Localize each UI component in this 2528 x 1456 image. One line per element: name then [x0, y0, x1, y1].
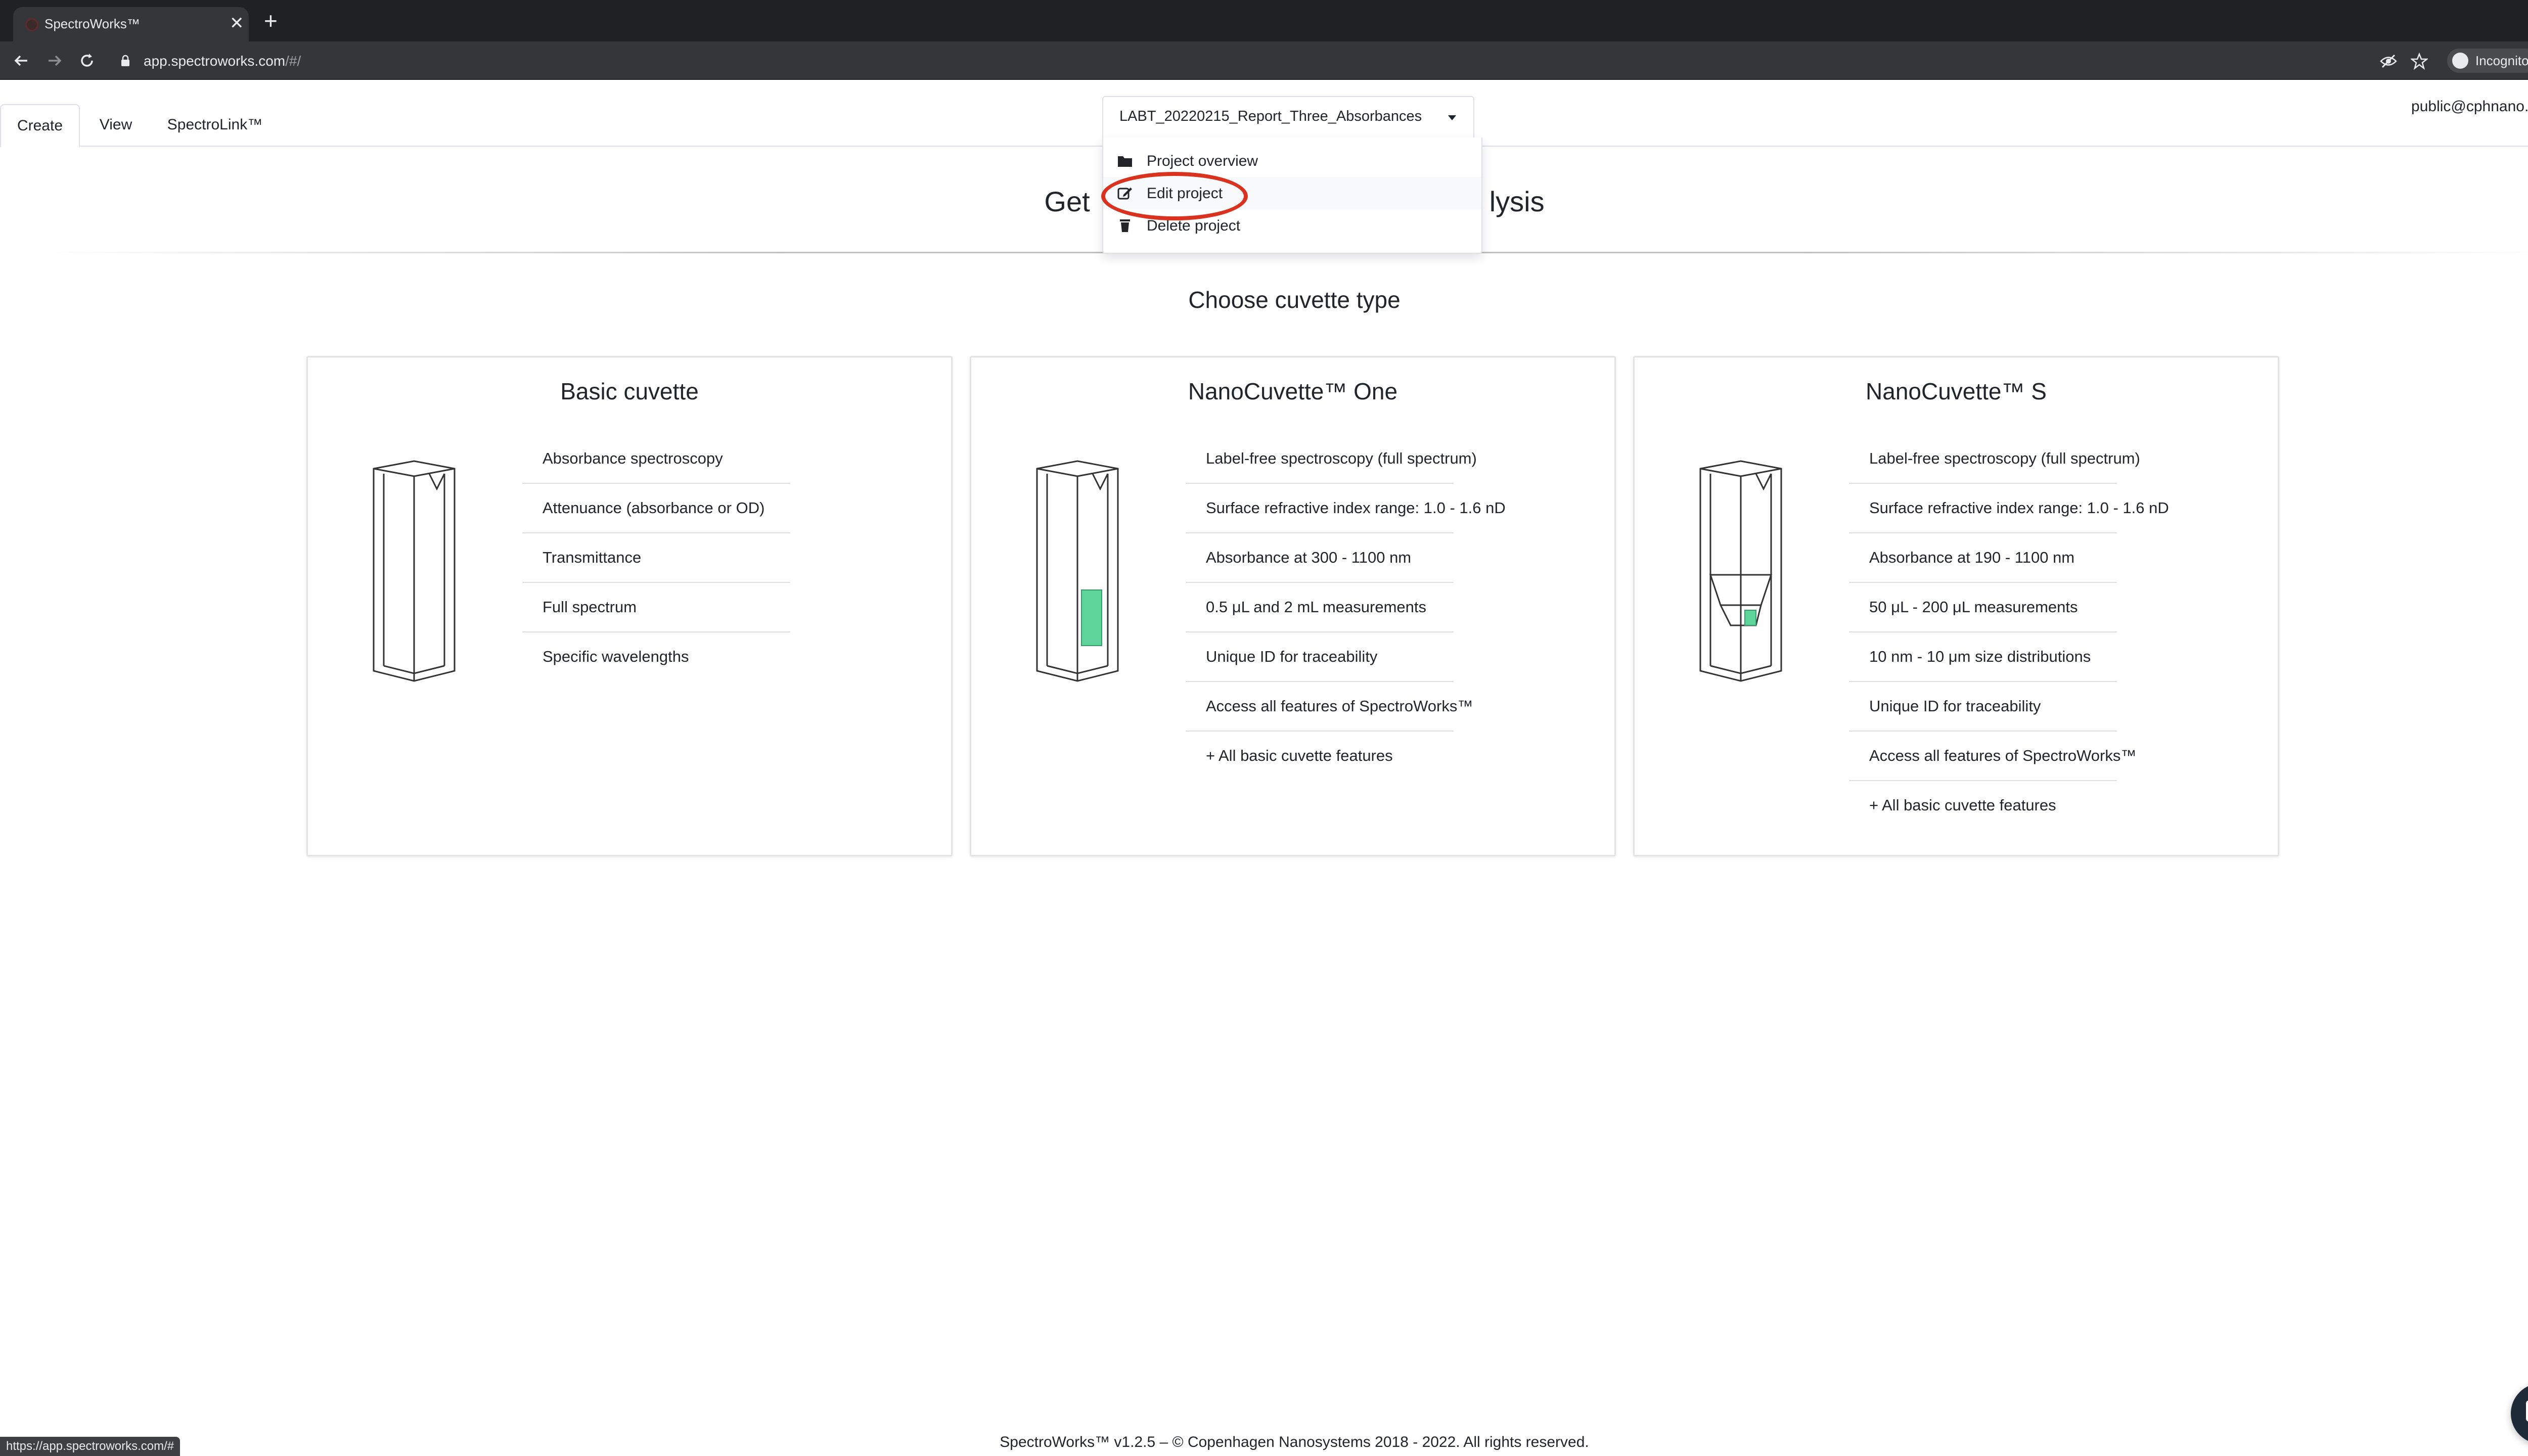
- tab-create[interactable]: Create: [0, 104, 80, 148]
- list-item: Access all features of SpectroWorks™: [1186, 682, 1473, 732]
- trash-icon: [1120, 219, 1130, 232]
- card-nanocuvette-s[interactable]: NanoCuvette™ S Label-free spectroscopy (…: [1633, 356, 2279, 856]
- list-item: Surface refractive index range: 1.0 - 1.…: [1849, 484, 2169, 533]
- nanocuvette-s-illustration: [1699, 460, 1782, 682]
- chat-bubble-icon: [2526, 1400, 2528, 1422]
- card-title: NanoCuvette™ S: [1866, 378, 2047, 404]
- list-item: Absorbance at 300 - 1100 nm: [1186, 533, 1454, 583]
- reload-icon[interactable]: [77, 51, 97, 71]
- list-item: Surface refractive index range: 1.0 - 1.…: [1186, 484, 1506, 533]
- list-item: Attenuance (absorbance or OD): [522, 484, 790, 533]
- list-item: Transmittance: [522, 533, 790, 583]
- browser-toolbar: app.spectroworks.com/#/ Incognito: [0, 41, 2528, 80]
- url-text: app.spectroworks.com/#/: [144, 53, 301, 69]
- tab-close-icon[interactable]: ✕: [230, 13, 244, 33]
- tab-title: SpectroWorks™: [44, 16, 140, 31]
- browser-tab[interactable]: SpectroWorks™ ✕: [13, 7, 249, 41]
- bookmark-star-icon[interactable]: [2411, 53, 2428, 70]
- footer-text: SpectroWorks™ v1.2.5 – © Copenhagen Nano…: [1000, 1434, 1589, 1450]
- list-item: 0.5 μL and 2 mL measurements: [1186, 583, 1454, 632]
- project-name: LABT_20220215_Report_Three_Absorbances: [1119, 108, 1422, 124]
- headline-left: Get: [1044, 186, 1090, 217]
- tab-spectrolink[interactable]: SpectroLink™: [152, 104, 278, 147]
- incognito-indicator[interactable]: Incognito: [2447, 49, 2528, 73]
- forward-arrow-icon[interactable]: [44, 51, 65, 71]
- tab-view[interactable]: View: [86, 104, 146, 147]
- favicon-icon: [25, 18, 38, 31]
- list-item: Label-free spectroscopy (full spectrum): [1849, 434, 2140, 484]
- user-menu[interactable]: public@cphnano.com: [2411, 98, 2528, 115]
- list-item: Unique ID for traceability: [1186, 632, 1454, 682]
- list-item: 10 nm - 10 μm size distributions: [1849, 632, 2117, 682]
- card-title: NanoCuvette™ One: [1188, 378, 1398, 404]
- basic-cuvette-illustration: [373, 460, 456, 682]
- user-email: public@cphnano.com: [2411, 98, 2528, 115]
- list-item: Access all features of SpectroWorks™: [1849, 732, 2136, 781]
- list-item: Full spectrum: [522, 583, 790, 632]
- list-item: Unique ID for traceability: [1849, 682, 2117, 732]
- section-title: Choose cuvette type: [1188, 287, 1401, 313]
- lock-icon: [121, 55, 129, 66]
- feature-list: Label-free spectroscopy (full spectrum) …: [1186, 434, 1506, 781]
- folder-icon: [1118, 156, 1132, 167]
- status-bar-url: https://app.spectroworks.com/#: [0, 1437, 180, 1456]
- browser-tabstrip: SpectroWorks™ ✕ +: [0, 0, 2528, 41]
- card-title: Basic cuvette: [560, 378, 699, 404]
- feature-list: Absorbance spectroscopy Attenuance (abso…: [522, 434, 790, 682]
- incognito-label: Incognito: [2475, 53, 2528, 68]
- card-nanocuvette-one[interactable]: NanoCuvette™ One Label-free spectroscopy…: [970, 356, 1616, 856]
- list-item: Specific wavelengths: [543, 648, 689, 665]
- eye-off-icon[interactable]: [2379, 54, 2398, 69]
- feature-list: Label-free spectroscopy (full spectrum) …: [1849, 434, 2169, 831]
- address-bar[interactable]: app.spectroworks.com/#/: [113, 49, 2428, 74]
- list-item: 50 μL - 200 μL measurements: [1849, 583, 2117, 632]
- annotation-highlight-ring: [1101, 172, 1248, 220]
- project-dropdown-toggle[interactable]: LABT_20220215_Report_Three_Absorbances: [1102, 96, 1474, 138]
- list-item: + All basic cuvette features: [1206, 747, 1393, 764]
- card-basic-cuvette[interactable]: Basic cuvette Absorbance spectroscopy At…: [306, 356, 953, 856]
- list-item: + All basic cuvette features: [1869, 796, 2056, 814]
- caret-down-icon: [1448, 115, 1456, 120]
- list-item: Absorbance at 190 - 1100 nm: [1849, 533, 2117, 583]
- back-arrow-icon[interactable]: [11, 51, 31, 71]
- list-item: Label-free spectroscopy (full spectrum): [1186, 434, 1477, 484]
- headline-right: lysis: [1489, 186, 1545, 217]
- nanocuvette-one-illustration: [1036, 460, 1119, 682]
- list-item: Absorbance spectroscopy: [522, 434, 790, 484]
- incognito-icon: [2452, 53, 2468, 69]
- new-tab-button[interactable]: +: [264, 8, 278, 33]
